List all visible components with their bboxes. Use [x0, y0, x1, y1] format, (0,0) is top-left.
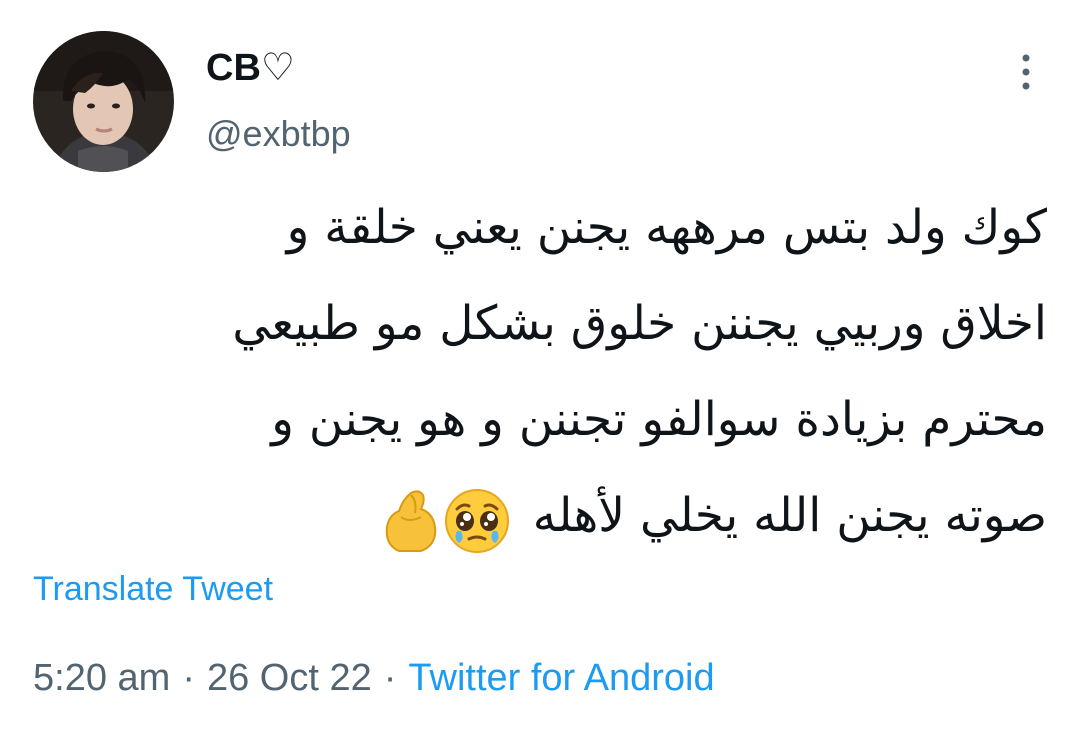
author-handle[interactable]: @exbtbp — [206, 110, 351, 158]
more-options-button[interactable] — [1013, 50, 1039, 94]
pleading-face-icon — [444, 489, 509, 553]
tweet-source-link[interactable]: Twitter for Android — [408, 657, 714, 699]
emoji-group — [381, 471, 511, 567]
avatar[interactable] — [33, 31, 174, 172]
tweet-date[interactable]: 26 Oct 22 — [207, 657, 372, 699]
separator: · — [182, 657, 195, 699]
tweet-card: CB♡ @exbtbp كوك ولد بتس مرههه يجنن يعني … — [0, 0, 1080, 732]
tweet-time[interactable]: 5:20 am — [33, 657, 170, 699]
tweet-author: CB♡ @exbtbp — [206, 44, 351, 158]
translate-tweet-link[interactable]: Translate Tweet — [33, 567, 273, 611]
tweet-text-line: محترم بزيادة سوالفو تجننن و هو يجنن و — [271, 392, 1047, 447]
tweet-text-line-text: صوته يجنن الله يخلي لأهله — [532, 488, 1047, 543]
tweet-text-line: اخلاق وربيي يجننن خلوق بشكل مو طبيعي — [232, 296, 1047, 351]
more-vertical-icon — [1022, 54, 1030, 90]
tweet-metadata: 5:20 am · 26 Oct 22 · Twitter for Android — [33, 654, 715, 702]
tweet-text-line: صوته يجنن الله يخلي لأهله — [32, 468, 1047, 564]
author-display-name[interactable]: CB♡ — [206, 44, 351, 92]
tweet-text: كوك ولد بتس مرههه يجنن يعني خلقة و اخلاق… — [32, 180, 1047, 564]
separator: · — [383, 657, 397, 699]
tweet-text-line: كوك ولد بتس مرههه يجنن يعني خلقة و — [286, 200, 1047, 255]
pinched-fingers-icon — [385, 490, 436, 552]
